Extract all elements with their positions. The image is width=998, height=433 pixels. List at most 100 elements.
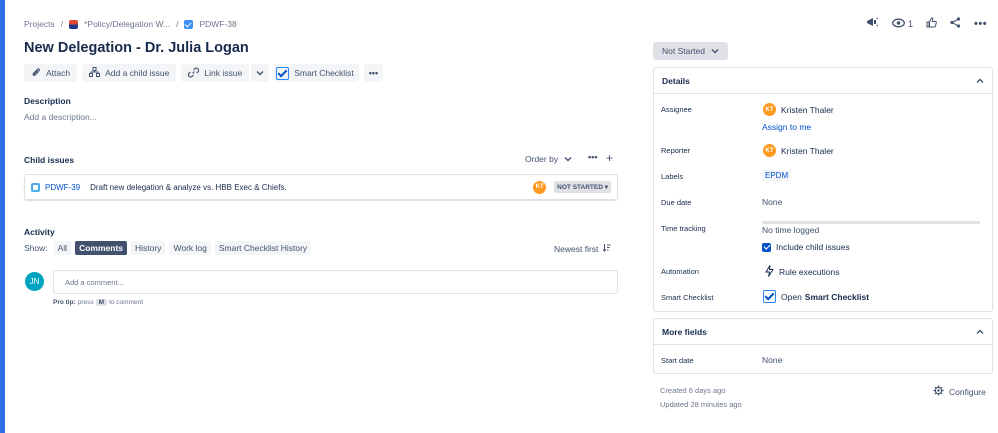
tab-comments[interactable]: Comments: [75, 241, 128, 255]
header-actions: 1 •••: [866, 16, 987, 31]
attach-button[interactable]: Attach: [24, 64, 78, 82]
megaphone-icon[interactable]: [866, 16, 879, 31]
more-actions-icon[interactable]: •••: [974, 18, 987, 30]
show-label: Show:: [24, 243, 48, 253]
tab-smart-checklist-history[interactable]: Smart Checklist History: [214, 241, 312, 255]
tab-work-log[interactable]: Work log: [169, 241, 211, 255]
start-date-field[interactable]: None: [762, 355, 782, 365]
include-child-issues-checkbox[interactable]: Include child issues: [762, 242, 850, 252]
issue-title[interactable]: New Delegation - Dr. Julia Logan: [24, 40, 249, 56]
child-status-dropdown[interactable]: NOT STARTED ▾: [554, 181, 611, 193]
more-fields-panel: More fields: [653, 318, 993, 374]
child-status-label: NOT STARTED: [557, 184, 603, 191]
pro-tip-text: press: [77, 299, 94, 306]
status-label: Not Started: [662, 46, 705, 56]
more-fields-header[interactable]: More fields: [654, 319, 992, 345]
due-date-field[interactable]: None: [762, 197, 782, 207]
more-toolbar-button[interactable]: •••: [363, 64, 384, 82]
chevron-up-icon: [976, 76, 984, 86]
time-tracking-label: Time tracking: [661, 224, 706, 233]
chevron-up-icon: [976, 327, 984, 337]
reporter-field[interactable]: KT Kristen Thaler: [763, 144, 834, 157]
smart-checklist-icon: [763, 290, 776, 303]
description-heading: Description: [24, 96, 71, 106]
created-timestamp: Created 6 days ago: [660, 386, 726, 395]
details-heading: Details: [662, 75, 690, 86]
project-icon: [69, 19, 79, 29]
watch-button[interactable]: 1: [892, 18, 913, 30]
automation-label: Automation: [661, 267, 699, 276]
labels-label: Labels: [661, 172, 684, 181]
chevron-down-icon: [711, 46, 719, 56]
reporter-label: Reporter: [661, 146, 691, 155]
pro-tip-text-end: to comment: [109, 299, 144, 306]
add-child-label: Add a child issue: [105, 68, 170, 78]
updated-timestamp: Updated 28 minutes ago: [660, 400, 742, 409]
time-tracking-value: No time logged: [762, 225, 820, 235]
child-issue-summary[interactable]: Draft new delegation & analyze vs. HBB E…: [90, 183, 533, 192]
pro-tip: Pro tip: press M to comment: [53, 299, 143, 306]
breadcrumb: Projects / *Policy/Delegation W... / PDW…: [24, 19, 237, 29]
activity-filter: Show: All Comments History Work log Smar…: [24, 241, 312, 255]
hierarchy-icon: [89, 67, 101, 79]
description-field[interactable]: Add a description...: [24, 112, 97, 122]
child-issues-heading: Child issues: [24, 155, 75, 165]
due-date-label: Due date: [661, 198, 692, 207]
automation-field[interactable]: Rule executions: [765, 265, 839, 279]
assignee-avatar: KT: [763, 103, 776, 116]
chevron-down-icon: [256, 68, 264, 78]
subtask-type-icon: [31, 182, 40, 192]
comment-placeholder: Add a comment...: [65, 277, 124, 287]
checkbox-checked-icon: [762, 242, 771, 252]
include-child-label: Include child issues: [776, 242, 850, 252]
eye-icon: [892, 18, 905, 30]
link-issue-button[interactable]: Link issue: [181, 64, 250, 82]
rule-executions-label: Rule executions: [779, 267, 840, 277]
share-icon[interactable]: [950, 17, 961, 30]
user-avatar: JN: [25, 272, 44, 291]
link-issue-dropdown[interactable]: [250, 64, 270, 82]
assignee-field[interactable]: KT Kristen Thaler: [763, 103, 834, 116]
add-child-plus-icon[interactable]: +: [606, 151, 613, 165]
activity-heading: Activity: [24, 227, 55, 237]
status-dropdown[interactable]: Not Started: [653, 42, 728, 60]
thumbs-up-icon[interactable]: [926, 17, 937, 30]
breadcrumb-project[interactable]: *Policy/Delegation W...: [84, 19, 170, 29]
pro-tip-label: Pro tip:: [53, 299, 76, 306]
child-issue-row[interactable]: PDWF-39 Draft new delegation & analyze v…: [24, 174, 618, 200]
reporter-name: Kristen Thaler: [781, 145, 834, 156]
child-issue-key[interactable]: PDWF-39: [45, 183, 80, 192]
more-fields-heading: More fields: [662, 326, 707, 337]
attach-label: Attach: [46, 68, 71, 78]
lightning-icon: [765, 265, 774, 279]
label-chip[interactable]: EPDM: [762, 170, 792, 181]
gear-icon: [933, 385, 944, 398]
child-issues-more-icon[interactable]: •••: [588, 152, 597, 162]
time-tracking-bar[interactable]: [762, 221, 980, 224]
more-icon: •••: [368, 68, 379, 78]
watch-count: 1: [908, 18, 914, 29]
child-assignee-avatar[interactable]: KT: [533, 180, 547, 194]
configure-button[interactable]: Configure: [933, 385, 986, 398]
tab-history[interactable]: History: [131, 241, 166, 255]
breadcrumb-issue-key[interactable]: PDWF-38: [199, 19, 236, 29]
details-header[interactable]: Details: [654, 68, 992, 94]
smart-checklist-button[interactable]: Smart Checklist: [274, 64, 359, 82]
smart-checklist-label: Smart Checklist: [294, 68, 354, 78]
add-child-issue-button[interactable]: Add a child issue: [82, 64, 177, 82]
smart-checklist-name: Smart Checklist: [804, 291, 870, 302]
sort-order-button[interactable]: Newest first: [554, 243, 611, 254]
assignee-name: Kristen Thaler: [781, 104, 834, 115]
reporter-avatar: KT: [763, 144, 776, 157]
breadcrumb-projects[interactable]: Projects: [24, 19, 55, 29]
pro-tip-key: M: [95, 299, 108, 306]
breadcrumb-separator: /: [176, 19, 179, 29]
comment-input[interactable]: Add a comment...: [53, 270, 618, 294]
open-smart-checklist[interactable]: Open Smart Checklist: [763, 290, 869, 303]
link-issue-label: Link issue: [204, 68, 243, 78]
order-by-control[interactable]: Order by: [525, 154, 572, 164]
assign-to-me-link[interactable]: Assign to me: [762, 122, 811, 132]
open-label: Open: [781, 291, 802, 302]
tab-all[interactable]: All: [53, 241, 72, 255]
labels-field[interactable]: EPDM: [762, 170, 792, 181]
